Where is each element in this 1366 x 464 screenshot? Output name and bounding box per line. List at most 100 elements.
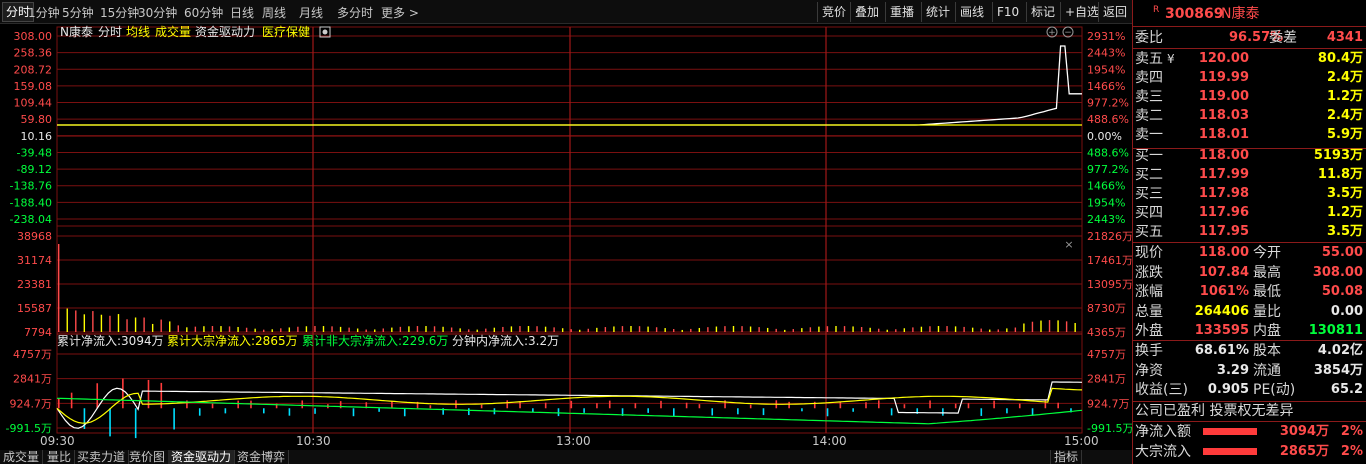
volume-bar — [1074, 322, 1076, 332]
volume-bar — [826, 326, 829, 332]
flow-bar — [660, 400, 662, 409]
price-tick-left: 59.80 — [21, 113, 53, 126]
flow-bar — [339, 401, 342, 409]
period-tab-10[interactable]: 更多 > — [381, 4, 419, 21]
bid-volume: 11.8万 — [1317, 167, 1363, 182]
volume-bar — [186, 327, 188, 332]
period-tab-9[interactable]: 多分时 — [337, 4, 373, 21]
flow-bar — [749, 404, 752, 409]
close-icon[interactable]: × — [1064, 238, 1073, 251]
intraday-chart[interactable]: 308.00 258.36 208.72 159.08 109.44 59.80 10.16… — [0, 24, 1132, 450]
time-tick: 13:00 — [556, 434, 591, 448]
indicator-tab-2[interactable]: 买卖力道 — [74, 450, 130, 464]
flow-legend-item: 分钟内净流入:3.2万 — [452, 333, 559, 348]
time-tick: 14:00 — [812, 434, 847, 448]
period-tab-8[interactable]: 月线 — [299, 4, 323, 21]
volume-bar — [228, 326, 231, 332]
r-marker: R — [1153, 5, 1160, 15]
period-tab-7[interactable]: 周线 — [262, 4, 286, 21]
indicator-button[interactable]: 指标 — [1050, 450, 1083, 464]
period-tab-2[interactable]: 5分钟 — [62, 4, 94, 21]
price-tick-left: 208.72 — [14, 63, 53, 76]
volume-bar — [519, 326, 521, 332]
toolbar-button-5[interactable]: F10 — [992, 2, 1023, 22]
stat-label: 外盘 — [1135, 323, 1163, 339]
flow-bar — [942, 408, 944, 416]
stat-label: 最高 — [1253, 264, 1281, 281]
toolbar-button-6[interactable]: 标记 — [1026, 2, 1059, 22]
flow-tick-left: 4757万 — [13, 348, 52, 361]
volume-bar — [544, 326, 547, 332]
stock-title: R 300869 N康泰 — [1133, 4, 1366, 26]
toolbar-button-8[interactable]: 返回 — [1098, 2, 1131, 22]
period-tab-3[interactable]: 15分钟 — [100, 4, 139, 21]
indicator-tab-0[interactable]: 成交量 — [0, 450, 44, 464]
toolbar-button-4[interactable]: 画线 — [955, 2, 988, 22]
volume-label: 成交量 — [155, 24, 191, 39]
period-tab-4[interactable]: 30分钟 — [138, 4, 177, 21]
flow-bar — [596, 403, 598, 409]
bid-price: 117.98 — [1198, 186, 1249, 201]
flow-bar — [288, 408, 291, 416]
toolbar-button-2[interactable]: 重播 — [885, 2, 918, 22]
volume-bar — [425, 326, 427, 332]
price-tick-left: 109.44 — [14, 97, 53, 110]
volume-bar — [280, 328, 282, 332]
volume-tick-right: 17461万 — [1087, 254, 1132, 267]
volume-bar — [579, 329, 581, 332]
volume-bar — [117, 314, 120, 332]
bid-price: 117.96 — [1198, 205, 1249, 220]
toolbar-button-1[interactable]: 叠加 — [850, 2, 883, 22]
volume-bar — [673, 329, 675, 332]
volume-bar — [177, 325, 179, 332]
flow-bar — [673, 408, 675, 417]
ask-volume: 1.2万 — [1326, 89, 1363, 104]
volume-bar — [237, 326, 239, 332]
indicator-tab-3[interactable]: 竞价图 — [126, 450, 170, 464]
volume-bar — [604, 327, 607, 332]
indicator-tab-5[interactable]: 资金博弈 — [234, 450, 290, 464]
ask-label: 卖一 — [1135, 127, 1163, 143]
pct-tick-right: 1466% — [1087, 180, 1125, 193]
period-tab-1[interactable]: 1分钟 — [28, 4, 60, 21]
flow-bar — [557, 408, 560, 417]
volume-bar — [339, 326, 342, 332]
volume-tick-right: 4365万 — [1087, 326, 1126, 339]
stat-label: 内盘 — [1253, 323, 1281, 339]
volume-bar — [493, 327, 496, 332]
volume-bar — [784, 329, 786, 332]
period-tab-5[interactable]: 60分钟 — [184, 4, 223, 21]
indicator-tab-1[interactable]: 量比 — [44, 450, 76, 464]
volume-bar — [322, 326, 325, 332]
volume-bar — [485, 328, 487, 332]
pct-tick-right: 1954% — [1087, 63, 1125, 76]
flow-tick-left: 2841万 — [13, 373, 52, 386]
volume-tick-left: 38968 — [17, 230, 52, 243]
volume-bar — [707, 327, 709, 332]
pct-tick-right: 488.6% — [1087, 146, 1129, 159]
period-tab-6[interactable]: 日线 — [230, 4, 254, 21]
stat-value: 133595 — [1194, 323, 1249, 338]
toolbar-button-7[interactable]: +自选 — [1060, 2, 1103, 22]
flow-bar — [314, 408, 316, 414]
fund-label: 收益(三) — [1135, 382, 1188, 398]
volume-bar — [724, 326, 726, 332]
volume-bar — [903, 328, 906, 332]
volume-bar — [647, 326, 649, 332]
volume-bar — [852, 326, 854, 332]
flow-bar — [70, 392, 73, 409]
fund-value: 68.61% — [1194, 343, 1249, 358]
volume-bar — [459, 328, 461, 332]
volume-bar — [75, 310, 77, 332]
indicator-tab-4[interactable]: 资金驱动力 — [168, 450, 236, 464]
pct-tick-right: 2931% — [1087, 30, 1125, 43]
toolbar-button-0[interactable]: 竞价 — [817, 2, 850, 22]
price-tick-left: -238.04 — [10, 213, 52, 226]
toolbar-button-3[interactable]: 统计 — [921, 2, 954, 22]
pct-tick-right: 2443% — [1087, 47, 1125, 60]
volume-bar — [937, 326, 940, 332]
volume-bar — [160, 319, 162, 332]
ask-label: 卖二 — [1135, 108, 1163, 124]
stock-code: 300869 — [1165, 6, 1224, 22]
volume-bar — [920, 326, 923, 332]
